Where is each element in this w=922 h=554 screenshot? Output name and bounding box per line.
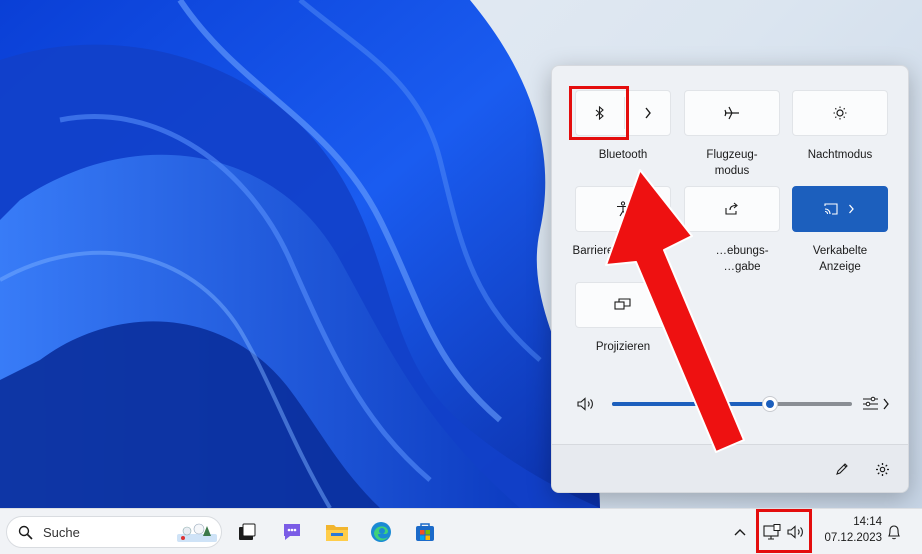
chevron-up-icon xyxy=(734,529,746,536)
accessibility-icon xyxy=(617,201,629,217)
notifications-button[interactable] xyxy=(882,517,906,547)
teams-chat-button[interactable] xyxy=(277,517,307,547)
project-label: Projizieren xyxy=(595,341,651,353)
volume-slider-fill xyxy=(612,402,771,406)
search-placeholder: Suche xyxy=(43,525,80,540)
edge-browser-button[interactable] xyxy=(366,517,396,547)
file-explorer-button[interactable] xyxy=(322,517,352,547)
bell-icon xyxy=(888,525,900,540)
bluetooth-expand-button[interactable] xyxy=(625,91,671,135)
airplane-mode-tile[interactable] xyxy=(684,90,780,136)
project-tile[interactable] xyxy=(575,282,671,328)
accessibility-label: Barriere xyxy=(572,245,614,257)
night-light-label: Nachtmodus xyxy=(807,149,873,161)
microsoft-store-button[interactable] xyxy=(410,517,440,547)
project-icon xyxy=(614,298,631,310)
quick-settings-footer xyxy=(552,444,908,492)
taskbar-search-box[interactable]: Suche xyxy=(6,516,222,548)
tray-highlight-box xyxy=(756,509,812,553)
volume-slider[interactable] xyxy=(612,396,852,412)
search-highlight-illustration-icon xyxy=(177,523,217,542)
settings-button[interactable] xyxy=(870,457,894,481)
edit-quick-settings-button[interactable] xyxy=(830,457,854,481)
clock-date: 07.12.2023 xyxy=(824,532,882,544)
mute-button[interactable] xyxy=(574,394,598,414)
file-explorer-icon xyxy=(326,525,348,541)
nearby-sharing-label: …ebungs- …gabe xyxy=(715,245,769,273)
pencil-icon xyxy=(836,463,848,475)
brightness-icon xyxy=(833,106,847,120)
bluetooth-label: Bluetooth xyxy=(598,149,648,161)
nearby-sharing-tile[interactable] xyxy=(684,186,780,232)
wired-display-tile[interactable] xyxy=(792,186,888,232)
volume-slider-thumb[interactable] xyxy=(762,396,779,412)
gear-icon xyxy=(875,462,889,476)
chevron-right-icon xyxy=(645,107,651,119)
chevron-right-icon xyxy=(848,204,854,214)
task-view-icon xyxy=(239,523,256,540)
airplane-icon xyxy=(724,106,739,120)
show-hidden-icons-button[interactable] xyxy=(728,517,752,547)
airplane-mode-label: Flugzeug- modus xyxy=(706,149,758,177)
audio-mixer-icon xyxy=(863,396,889,410)
edge-icon xyxy=(371,522,391,542)
clock-time: 14:14 xyxy=(853,516,882,528)
night-light-tile[interactable] xyxy=(792,90,888,136)
search-icon xyxy=(18,525,33,540)
share-icon xyxy=(725,202,738,215)
cast-icon xyxy=(824,203,838,215)
taskbar: Suche 14:14 07.12.2023 xyxy=(0,508,922,554)
bluetooth-highlight-box xyxy=(569,86,629,140)
audio-output-button[interactable] xyxy=(860,393,894,415)
accessibility-tile[interactable] xyxy=(575,186,671,232)
quick-settings-panel: Bluetooth Flugzeug- modus Nachtmodus Bar… xyxy=(551,65,909,493)
task-view-button[interactable] xyxy=(232,517,262,547)
wired-display-label: Verkabelte Anzeige xyxy=(812,245,868,273)
store-icon xyxy=(416,523,434,541)
teams-chat-icon xyxy=(284,524,300,540)
speaker-icon xyxy=(577,397,593,411)
